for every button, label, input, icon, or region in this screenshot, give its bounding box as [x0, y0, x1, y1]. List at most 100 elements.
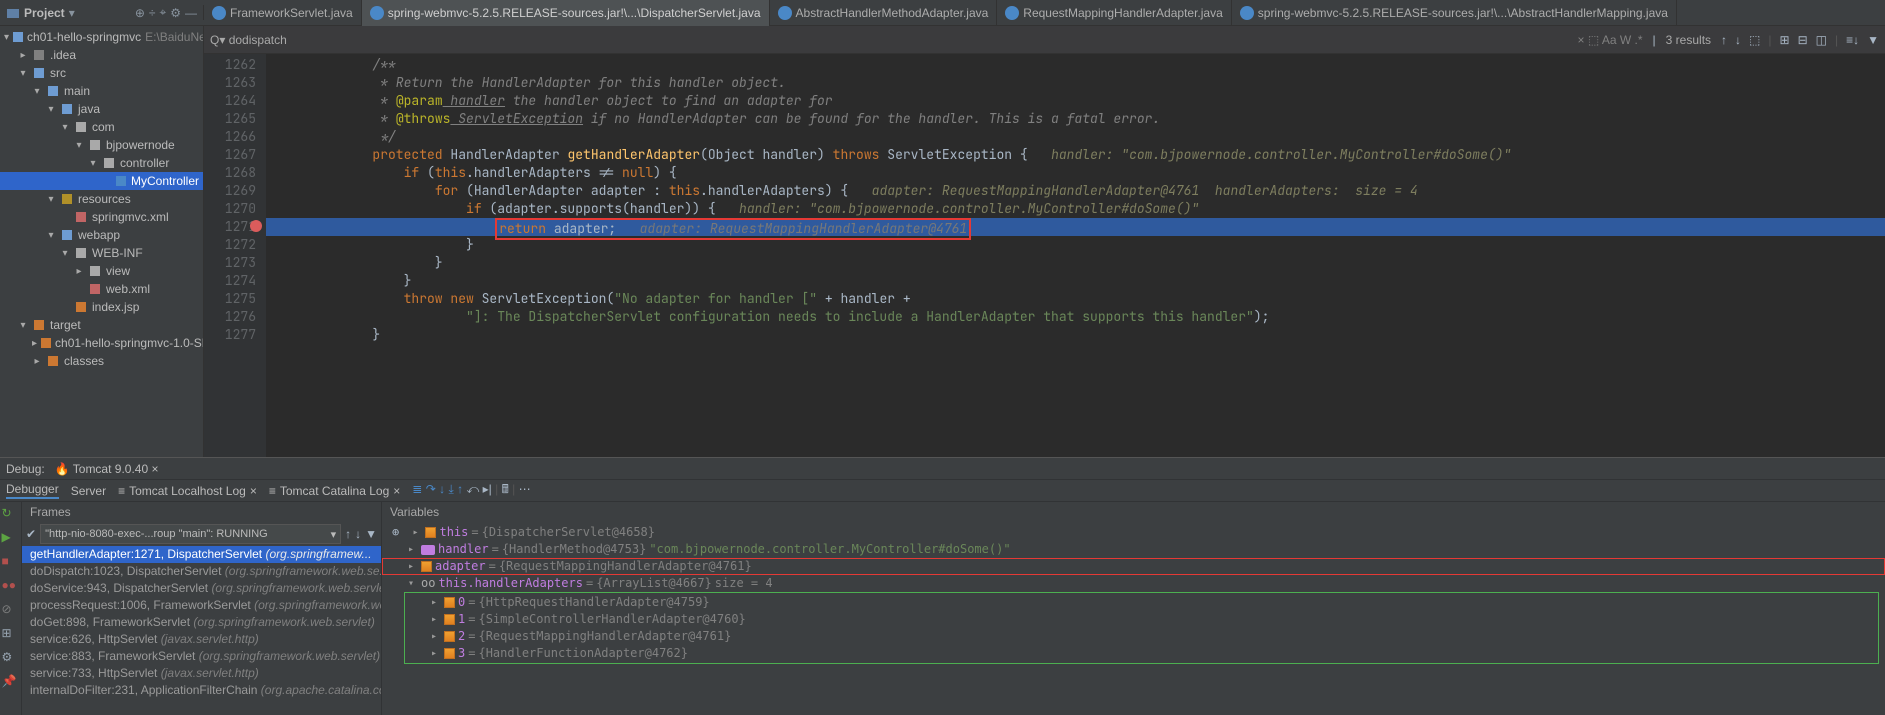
tree-node[interactable]: ▾bjpowernode [0, 136, 203, 154]
tree-node[interactable]: ▾WEB-INF [0, 244, 203, 262]
variable-handlerAdapters[interactable]: ▾oo this.handlerAdapters = {ArrayList@46… [382, 575, 1885, 592]
settings-icon[interactable]: ⚙ [2, 650, 20, 668]
prev-result-icon[interactable]: ↑ [1721, 33, 1727, 47]
variable-handler[interactable]: ▸ handler = {HandlerMethod@4753} "com.bj… [382, 541, 1885, 558]
pin-icon[interactable]: 📌 [2, 674, 20, 692]
stack-frame[interactable]: doDispatch:1023, DispatcherServlet (org.… [22, 563, 381, 580]
debugger-tab[interactable]: Debugger [6, 482, 59, 499]
stack-frame[interactable]: service:733, HttpServlet (javax.servlet.… [22, 665, 381, 682]
tree-node[interactable]: web.xml [0, 280, 203, 298]
view-breakpoints-icon[interactable]: ●● [2, 578, 20, 596]
server-tab[interactable]: Server [71, 484, 106, 498]
variable-this[interactable]: ⊕ ▸ this = {DispatcherServlet@4658} [382, 524, 1885, 541]
locate-icon[interactable]: ⌖ [159, 5, 166, 20]
step-out-icon[interactable]: ↑ [457, 482, 463, 496]
stack-frame[interactable]: doGet:898, FrameworkServlet (org.springf… [22, 614, 381, 631]
show-exec-icon[interactable]: ≣ [412, 482, 422, 496]
tree-node[interactable]: ▾webapp [0, 226, 203, 244]
editor-tab[interactable]: spring-webmvc-5.2.5.RELEASE-sources.jar!… [1232, 0, 1677, 26]
mute-breakpoints-icon[interactable]: ⊘ [2, 602, 20, 620]
collapse-icon[interactable]: ⊕ [135, 6, 145, 20]
stack-frame[interactable]: service:626, HttpServlet (javax.servlet.… [22, 631, 381, 648]
project-icon[interactable] [6, 6, 20, 20]
dir-icon [74, 246, 88, 260]
frames-header: Frames [22, 502, 381, 522]
thread-dropdown-icon[interactable]: ✔ [26, 527, 36, 541]
more-icon[interactable]: ⋯ [519, 482, 531, 496]
tree-node[interactable]: springmvc.xml [0, 208, 203, 226]
top-bar: Project ▾ ⊕ ÷ ⌖ ⚙ — FrameworkServlet.jav… [0, 0, 1885, 26]
editor-tab[interactable]: spring-webmvc-5.2.5.RELEASE-sources.jar!… [362, 0, 770, 26]
select-occurrences-icon[interactable]: ◫ [1816, 33, 1827, 47]
main-area: ▾ch01-hello-springmvc E:\BaiduNet...▸.id… [0, 26, 1885, 457]
step-into-icon[interactable]: ↓ [439, 482, 445, 496]
filter-frames-icon[interactable]: ▼ [365, 527, 377, 541]
variables-list[interactable]: ⊕ ▸ this = {DispatcherServlet@4658} ▸ ha… [382, 522, 1885, 715]
tree-node[interactable]: ▾resources [0, 190, 203, 208]
new-watch-icon[interactable]: ⊕ [392, 524, 399, 541]
evaluate-icon[interactable]: 🖩 [502, 482, 509, 496]
gear-icon[interactable]: ⚙ [170, 6, 181, 20]
find-query: dodispatch [229, 33, 287, 47]
tree-node[interactable]: index.jsp [0, 298, 203, 316]
tree-node[interactable]: ▾main [0, 82, 203, 100]
tree-node[interactable]: ▸view [0, 262, 203, 280]
tree-node[interactable]: ▾controller [0, 154, 203, 172]
tree-node[interactable]: ▾src [0, 64, 203, 82]
stack-frame[interactable]: service:883, FrameworkServlet (org.sprin… [22, 648, 381, 665]
debug-label: Debug: [6, 462, 45, 476]
run-to-cursor-icon[interactable]: ▸| [483, 482, 492, 496]
stack-frame[interactable]: doService:943, DispatcherServlet (org.sp… [22, 580, 381, 597]
resume-icon[interactable]: ▶ [2, 530, 20, 548]
stack-frame[interactable]: getHandlerAdapter:1271, DispatcherServle… [22, 546, 381, 563]
step-over-icon[interactable]: ↷ [426, 482, 436, 496]
editor: Q▾ dodispatch × ⬚ Aa W .* | 3 results ↑ … [204, 26, 1885, 457]
rerun-icon[interactable]: ↻ [2, 506, 20, 524]
stop-icon[interactable]: ■ [2, 554, 20, 572]
remove-selection-icon[interactable]: ⊟ [1798, 33, 1808, 47]
dropdown-icon[interactable]: ▾ [69, 6, 75, 20]
editor-tab[interactable]: AbstractHandlerMethodAdapter.java [770, 0, 998, 26]
tree-node[interactable]: ▾target [0, 316, 203, 334]
editor-tab[interactable]: FrameworkServlet.java [204, 0, 362, 26]
tree-node[interactable]: ▾java [0, 100, 203, 118]
expand-icon[interactable]: ÷ [149, 6, 156, 20]
tree-node[interactable]: ▸.idea [0, 46, 203, 64]
stack-frame[interactable]: internalDoFilter:231, ApplicationFilterC… [22, 682, 381, 699]
run-config[interactable]: 🔥 Tomcat 9.0.40 × [55, 462, 159, 476]
tree-node[interactable]: ▾com [0, 118, 203, 136]
find-bar[interactable]: Q▾ dodispatch × ⬚ Aa W .* | 3 results ↑ … [204, 26, 1885, 54]
catalina-log-tab[interactable]: ≡ Tomcat Catalina Log × [269, 484, 400, 498]
thread-selector[interactable]: "http-nio-8080-exec-...roup "main": RUNN… [40, 524, 341, 544]
variable-adapter[interactable]: ▸ adapter = {RequestMappingHandlerAdapte… [382, 558, 1885, 575]
java-file-icon [1005, 6, 1019, 20]
localhost-log-tab[interactable]: ≡ Tomcat Localhost Log × [118, 484, 257, 498]
breakpoint-icon[interactable] [250, 220, 262, 232]
select-all-icon[interactable]: ⬚ [1749, 33, 1760, 47]
get-thread-dump-icon[interactable]: ⊞ [2, 626, 20, 644]
list-item-2[interactable]: ▸ 2 = {RequestMappingHandlerAdapter@4761… [405, 628, 1878, 645]
list-item-3[interactable]: ▸ 3 = {HandlerFunctionAdapter@4762} [405, 645, 1878, 662]
list-item-1[interactable]: ▸ 1 = {SimpleControllerHandlerAdapter@47… [405, 611, 1878, 628]
list-item-0[interactable]: ▸ 0 = {HttpRequestHandlerAdapter@4759} [405, 594, 1878, 611]
tree-node[interactable]: ▸classes [0, 352, 203, 370]
filter-icon[interactable]: ≡↓ [1846, 33, 1859, 47]
add-selection-icon[interactable]: ⊞ [1780, 33, 1790, 47]
force-step-into-icon[interactable]: ⤓ [448, 482, 453, 496]
hide-icon[interactable]: — [185, 6, 197, 20]
frames-list[interactable]: getHandlerAdapter:1271, DispatcherServle… [22, 546, 381, 715]
next-frame-icon[interactable]: ↓ [355, 527, 361, 541]
tree-node[interactable]: ▾ch01-hello-springmvc E:\BaiduNet... [0, 28, 203, 46]
stack-frame[interactable]: processRequest:1006, FrameworkServlet (o… [22, 597, 381, 614]
drop-frame-icon[interactable]: ⤺ [466, 482, 479, 496]
code-area[interactable]: 1262126312641265126612671268126912701271… [204, 54, 1885, 457]
find-results: 3 results [1666, 33, 1711, 47]
code[interactable]: /** * Return the HandlerAdapter for this… [266, 54, 1885, 457]
tree-node[interactable]: ▸ch01-hello-springmvc-1.0-SNA [0, 334, 203, 352]
editor-tab[interactable]: RequestMappingHandlerAdapter.java [997, 0, 1231, 26]
handler-adapters-list: ▸ 0 = {HttpRequestHandlerAdapter@4759} ▸… [404, 592, 1879, 664]
prev-frame-icon[interactable]: ↑ [345, 527, 351, 541]
tree-node[interactable]: MyController [0, 172, 203, 190]
funnel-icon[interactable]: ▼ [1867, 33, 1879, 47]
next-result-icon[interactable]: ↓ [1735, 33, 1741, 47]
